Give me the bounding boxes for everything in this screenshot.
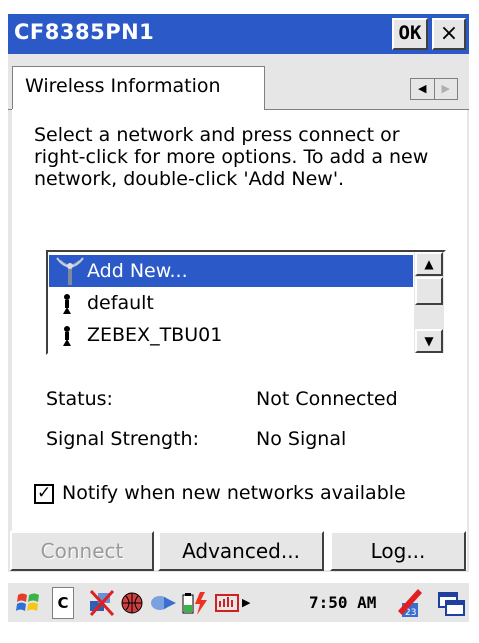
window-title: CF8385PN1 (14, 20, 155, 44)
log-button[interactable]: Log... (330, 531, 466, 571)
scroll-thumb[interactable] (415, 277, 443, 305)
list-item-label: default (87, 292, 154, 314)
signal-strength-icon[interactable] (213, 587, 241, 619)
list-item[interactable]: Add New... (49, 255, 413, 287)
calendar-pen-icon[interactable]: 23 (396, 587, 426, 619)
tab-scroll: ◀ ▶ (410, 78, 458, 100)
connection-status-icon[interactable] (86, 587, 116, 619)
sync-icon[interactable] (148, 587, 180, 619)
tab-scroll-left-icon[interactable]: ◀ (411, 79, 435, 99)
instructions-text: Select a network and press connect or ri… (34, 124, 429, 190)
antenna-icon (56, 257, 84, 285)
connect-button[interactable]: Connect (10, 531, 154, 571)
list-item[interactable]: default (49, 287, 413, 319)
signal-strength-value: No Signal (256, 428, 347, 450)
tab-label: Wireless Information (25, 75, 221, 97)
list-scrollbar[interactable]: ▲ ▼ (414, 252, 444, 353)
battery-icon[interactable] (180, 587, 210, 619)
clock[interactable]: 7:50 AM (309, 593, 376, 612)
advanced-button[interactable]: Advanced... (158, 531, 324, 571)
ok-button[interactable]: OK (392, 18, 428, 50)
signal-strength-label: Signal Strength: (46, 428, 199, 450)
network-list[interactable]: Add New... default ZEBEX_TBU01 ▲ ▼ (46, 250, 446, 355)
status-value: Not Connected (256, 388, 398, 410)
play-arrow-icon: ▶ (242, 596, 251, 609)
notify-checkbox[interactable]: ✓ (34, 483, 54, 504)
network-globe-icon[interactable] (118, 587, 146, 619)
notify-checkbox-label[interactable]: Notify when new networks available (62, 482, 406, 504)
tab-wireless-information[interactable]: Wireless Information (12, 66, 265, 110)
list-item[interactable]: ZEBEX_TBU01 (49, 319, 413, 351)
status-label: Status: (46, 388, 113, 410)
list-item-label: ZEBEX_TBU01 (87, 324, 223, 346)
close-button[interactable]: × (432, 18, 466, 50)
checkmark-icon: ✓ (37, 483, 52, 503)
title-bar: CF8385PN1 OK × (8, 14, 469, 54)
start-icon[interactable] (12, 587, 44, 619)
taskbar: C ▶ 7:50 AM 23 (8, 582, 469, 622)
input-mode-indicator[interactable]: C (52, 587, 74, 619)
tab-scroll-right-icon[interactable]: ▶ (435, 79, 458, 99)
access-point-icon (63, 326, 71, 346)
list-item-label: Add New... (87, 260, 188, 282)
scroll-up-icon[interactable]: ▲ (415, 252, 443, 276)
access-point-icon (63, 294, 71, 314)
scroll-down-icon[interactable]: ▼ (415, 329, 443, 353)
desktop-windows-icon[interactable] (436, 587, 466, 619)
